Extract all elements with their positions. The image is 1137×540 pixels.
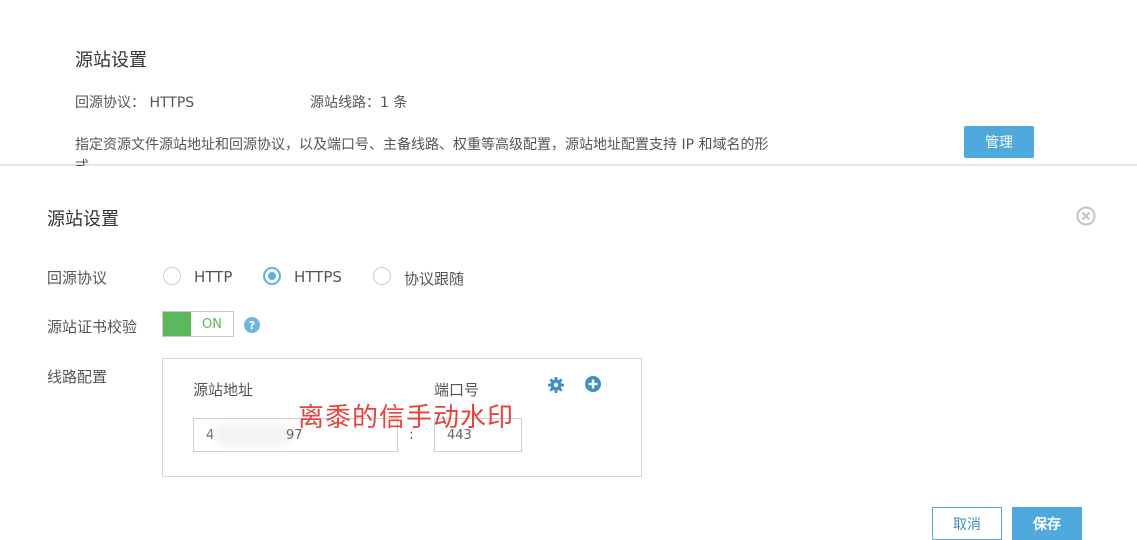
radio-http[interactable] (163, 267, 181, 285)
cert-verify-toggle[interactable]: ON (162, 311, 234, 337)
close-icon[interactable] (1076, 206, 1096, 226)
lines-config-label: 线路配置 (47, 368, 108, 386)
radio-follow[interactable] (373, 267, 391, 285)
modal-title: 源站设置 (47, 209, 119, 230)
radio-http-label[interactable]: HTTP (194, 268, 232, 286)
help-icon[interactable]: ? (244, 317, 260, 333)
watermark-text: 离黍的信手动水印 (298, 403, 515, 433)
background-origin-settings: 源站设置 回源协议： HTTPS 源站线路：1 条 指定资源文件源站地址和回源协… (0, 0, 1137, 166)
gear-icon[interactable] (547, 376, 565, 394)
protocol-label: 回源协议 (47, 269, 108, 287)
manage-button[interactable]: 管理 (964, 126, 1034, 158)
radio-follow-label[interactable]: 协议跟随 (404, 268, 464, 289)
save-button[interactable]: 保存 (1012, 507, 1082, 540)
background-lines-info: 源站线路：1 条 (310, 95, 408, 111)
toggle-knob (163, 312, 191, 336)
radio-https-label[interactable]: HTTPS (294, 268, 342, 286)
origin-address-header: 源站地址 (193, 381, 254, 399)
background-protocol-info: 回源协议： HTTPS (75, 95, 195, 111)
cancel-button[interactable]: 取消 (932, 507, 1002, 540)
background-description: 指定资源文件源站地址和回源协议，以及端口号、主备线路、权重等高级配置，源站地址配… (75, 137, 769, 166)
toggle-state-text: ON (202, 316, 222, 332)
add-line-icon[interactable] (584, 375, 602, 393)
background-section-title: 源站设置 (75, 50, 147, 71)
cert-verify-label: 源站证书校验 (47, 318, 138, 336)
origin-settings-modal: 源站设置 回源协议 HTTP HTTPS 协议跟随 源站证书校验 ON ? 线路… (0, 166, 1137, 540)
radio-https[interactable] (263, 267, 281, 285)
address-redaction (214, 424, 292, 446)
